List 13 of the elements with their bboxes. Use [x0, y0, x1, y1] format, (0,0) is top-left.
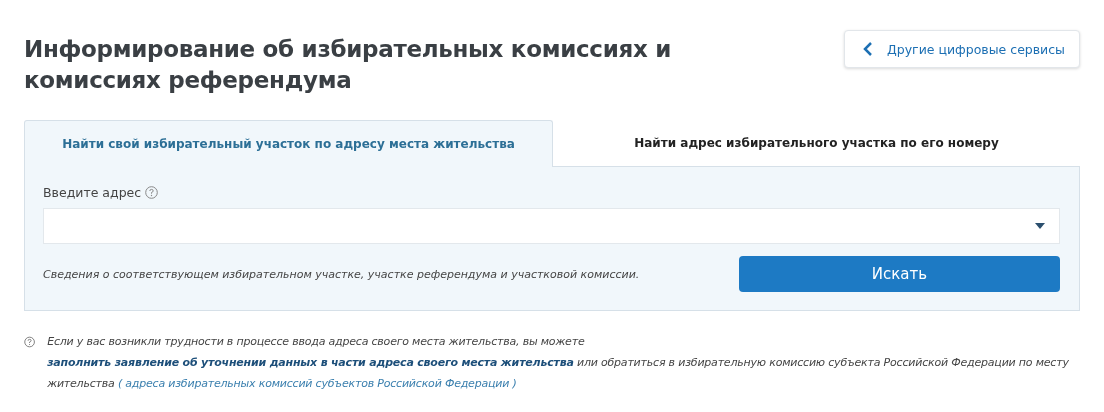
hint-text: Сведения о соответствующем избирательном участке, участке референдума и участковой комиссии. — [43, 267, 640, 281]
address-dropdown[interactable] — [43, 208, 1060, 244]
chevron-left-icon — [863, 41, 873, 57]
commissions-link[interactable]: ( адреса избирательных комиссий субъектов Российской Федерации ) — [117, 377, 517, 390]
help-icon — [145, 186, 159, 199]
caret-icon — [1035, 223, 1045, 229]
form-link[interactable]: заполнить заявление об уточнении данных в части адреса своего места жительства — [47, 356, 574, 369]
field-label: Введите адрес — [43, 185, 142, 200]
search-button[interactable]: Искать — [739, 256, 1060, 292]
help-note: Если у вас возникли трудности в процессе ввода адреса своего места жительства, вы можете заполнить заявление об уточнении данных в части адреса своего места жительства или обратиться в избирательную комиссию субъекта Российской Федерации по месту жительства ( адреса избирательных комиссий субъектов Российской Федерации ) — [47, 334, 1070, 392]
tab[interactable]: Найти свой избирательный участок по адресу места жительства — [24, 120, 553, 167]
back-button[interactable]: Другие цифровые сервисы — [844, 30, 1080, 68]
page-title: Информирование об избирательных комиссиях и комиссиях референдума — [24, 35, 672, 95]
